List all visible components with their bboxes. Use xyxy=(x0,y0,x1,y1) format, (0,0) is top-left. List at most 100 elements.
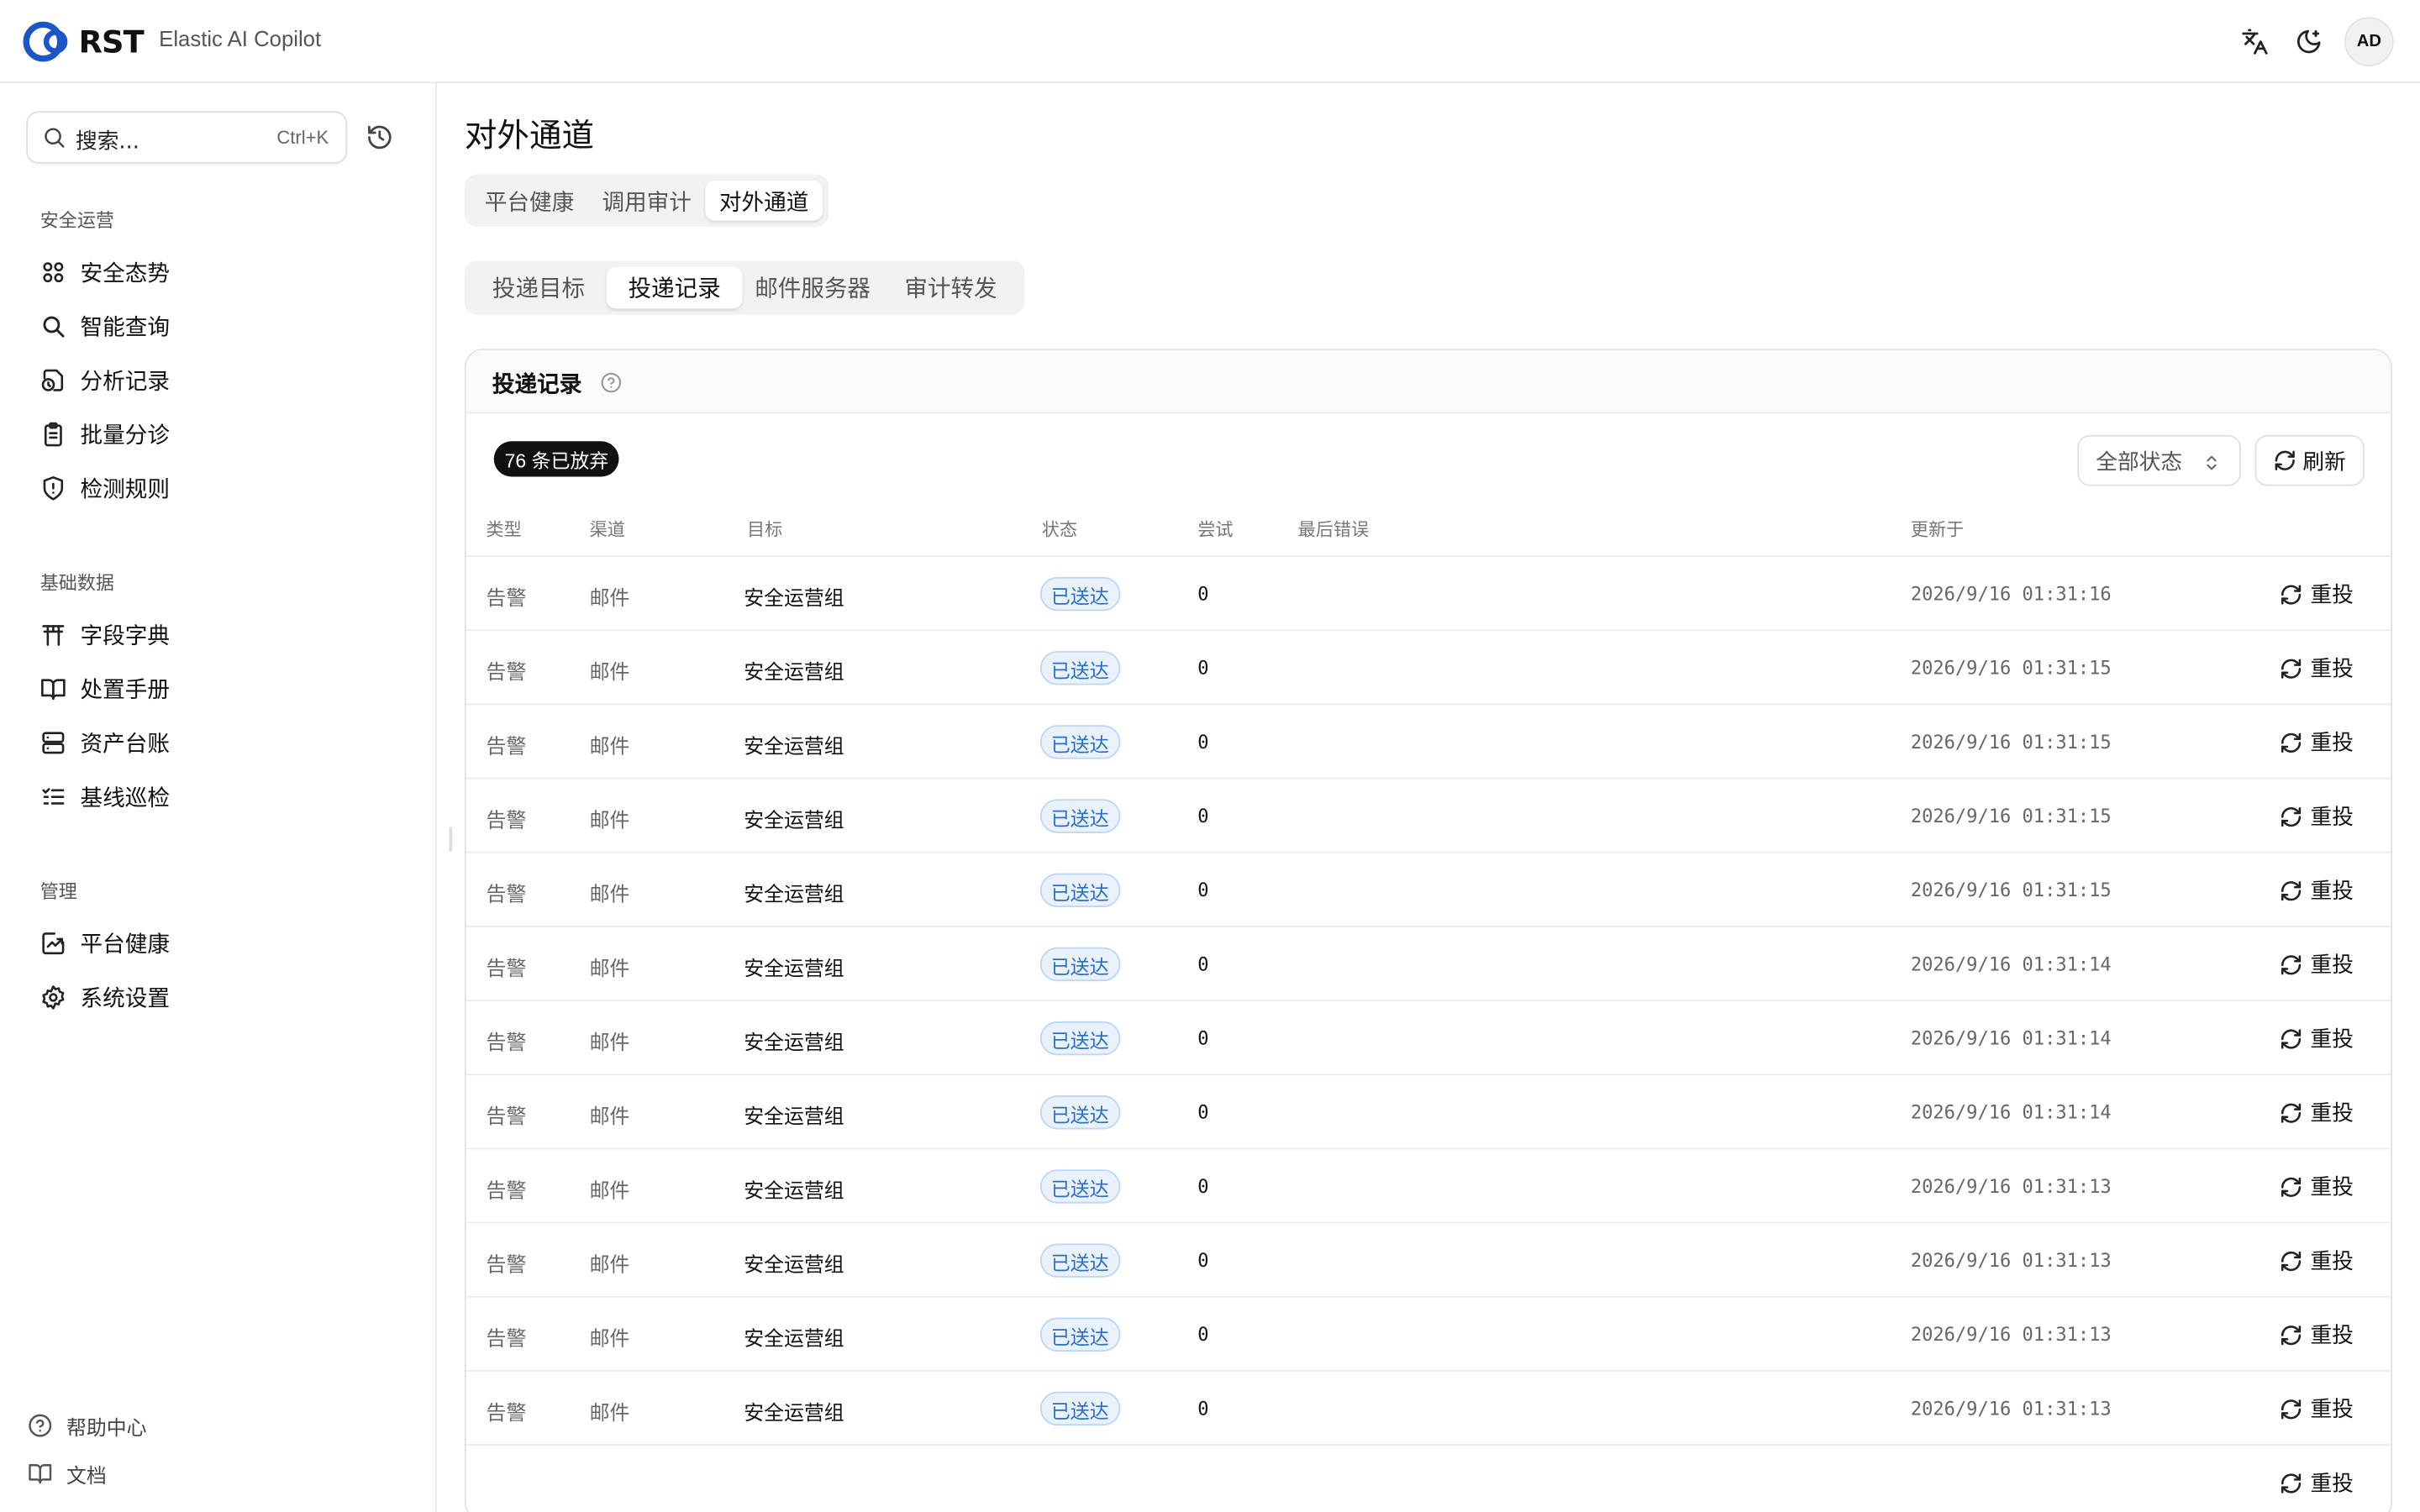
cell-type: 告警 xyxy=(486,1105,527,1130)
redeliver-button[interactable]: 重投 xyxy=(2280,1171,2354,1202)
help-center-link[interactable]: 帮助中心 xyxy=(28,1410,147,1441)
cell-attempts: 0 xyxy=(1197,1101,1209,1124)
redeliver-button[interactable]: 重投 xyxy=(2280,653,2354,684)
logo[interactable]: RST xyxy=(22,20,145,63)
cell-target: 安全运营组 xyxy=(744,1254,844,1278)
redeliver-button[interactable]: 重投 xyxy=(2280,1097,2354,1128)
translate-icon[interactable] xyxy=(2236,24,2273,60)
theme-toggle-icon[interactable] xyxy=(2291,24,2328,60)
redeliver-button[interactable]: 重投 xyxy=(2280,1023,2354,1054)
status-badge: 已送达 xyxy=(1039,1243,1120,1278)
sidebar-resize-handle[interactable] xyxy=(449,827,453,852)
refresh-icon xyxy=(2281,806,2302,827)
cell-channel: 邮件 xyxy=(589,958,630,982)
cell-target: 安全运营组 xyxy=(744,1105,844,1130)
refresh-icon xyxy=(2281,1176,2302,1197)
cell-attempts: 0 xyxy=(1197,1323,1209,1346)
redeliver-label: 重投 xyxy=(2310,583,2354,608)
cell-attempts: 0 xyxy=(1197,657,1209,680)
cell-type: 告警 xyxy=(486,884,527,907)
sidebar-item-field-dictionary[interactable]: 字段字典 xyxy=(40,617,170,651)
help-center-label: 帮助中心 xyxy=(66,1417,147,1441)
grid-icon xyxy=(43,261,64,282)
clipboard-icon xyxy=(44,421,62,446)
cell-updated: 2026/9/16 01:31:14 xyxy=(1910,953,2112,975)
redeliver-button[interactable]: 重投 xyxy=(2280,1394,2354,1425)
redeliver-label: 重投 xyxy=(2310,953,2354,979)
sidebar-item-batch-triage[interactable]: 批量分诊 xyxy=(40,417,170,450)
subtab-delivery-targets[interactable]: 投递目标 xyxy=(471,267,607,309)
sub-tabs: 投递目标 投递记录 邮件服务器 审计转发 xyxy=(464,260,1025,315)
chevron-up-down-icon xyxy=(2207,455,2217,470)
sidebar-item-platform-health[interactable]: 平台健康 xyxy=(40,926,170,959)
subtab-audit-forward[interactable]: 审计转发 xyxy=(883,267,1019,309)
docs-link[interactable]: 文档 xyxy=(28,1458,107,1489)
redeliver-label: 重投 xyxy=(2310,1323,2354,1349)
status-badge: 已送达 xyxy=(1039,576,1120,612)
redeliver-button[interactable]: 重投 xyxy=(2280,579,2354,610)
sidebar-item-smart-query[interactable]: 智能查询 xyxy=(40,308,170,342)
section-title-data: 基础数据 xyxy=(39,572,114,595)
column-header-attempts: 尝试 xyxy=(1197,518,1234,540)
cell-updated: 2026/9/16 01:31:13 xyxy=(1910,1398,2112,1420)
redeliver-button[interactable]: 重投 xyxy=(2280,801,2354,832)
cell-channel: 邮件 xyxy=(589,1402,630,1426)
docs-label: 文档 xyxy=(66,1464,107,1488)
refresh-icon xyxy=(2281,880,2302,900)
redeliver-button[interactable]: 重投 xyxy=(2280,874,2354,906)
avatar[interactable]: AD xyxy=(2344,17,2394,66)
tab-call-audit[interactable]: 调用审计 xyxy=(588,181,706,221)
refresh-icon xyxy=(2281,1250,2302,1271)
status-badge: 已送达 xyxy=(1039,725,1120,759)
sidebar-item-playbook[interactable]: 处置手册 xyxy=(40,671,170,705)
redeliver-label: 重投 xyxy=(2310,657,2354,682)
redeliver-label: 重投 xyxy=(2310,731,2354,756)
sidebar-item-label: 分析记录 xyxy=(80,369,171,395)
sidebar-item-baseline-check[interactable]: 基线巡检 xyxy=(40,780,170,813)
cell-channel: 邮件 xyxy=(589,810,630,833)
sidebar-item-settings[interactable]: 系统设置 xyxy=(40,979,170,1013)
cell-attempts: 0 xyxy=(1197,1027,1209,1049)
column-header-target: 目标 xyxy=(746,518,783,540)
search-icon xyxy=(42,125,66,156)
refresh-button[interactable]: 刷新 xyxy=(2254,434,2365,486)
cell-target: 安全运营组 xyxy=(744,587,844,612)
refresh-icon xyxy=(2281,732,2302,753)
table-row: 告警 邮件 安全运营组 已送达 0 2026/9/16 01:31:15 重投 xyxy=(466,853,2391,927)
tab-platform-health[interactable]: 平台健康 xyxy=(471,181,588,221)
refresh-icon xyxy=(2281,658,2302,678)
status-filter-select[interactable]: 全部状态 xyxy=(2077,434,2241,486)
cell-updated: 2026/9/16 01:31:16 xyxy=(1910,583,2112,605)
refresh-label: 刷新 xyxy=(2302,449,2346,475)
redeliver-button[interactable]: 重投 xyxy=(2280,1319,2354,1350)
redeliver-button[interactable]: 重投 xyxy=(2280,1245,2354,1276)
cell-channel: 邮件 xyxy=(589,1328,630,1352)
cell-attempts: 0 xyxy=(1197,879,1209,901)
status-badge: 已送达 xyxy=(1039,1169,1120,1204)
redeliver-button[interactable]: 重投 xyxy=(2280,1467,2354,1499)
search-input[interactable]: 搜索... Ctrl+K xyxy=(26,111,348,164)
table-row: 重投 xyxy=(466,1446,2391,1512)
sidebar-item-asset-ledger[interactable]: 资产台账 xyxy=(40,725,170,759)
redeliver-button[interactable]: 重投 xyxy=(2280,727,2354,758)
column-header-last-error: 最后错误 xyxy=(1297,518,1370,540)
subtab-delivery-records[interactable]: 投递记录 xyxy=(606,266,743,309)
status-filter-value: 全部状态 xyxy=(2096,449,2183,475)
chart-icon xyxy=(42,932,65,954)
search-shortcut: Ctrl+K xyxy=(276,126,329,149)
sidebar-item-detection-rules[interactable]: 检测规则 xyxy=(40,470,170,504)
sidebar-item-analysis-history[interactable]: 分析记录 xyxy=(40,363,170,396)
subtab-mail-server[interactable]: 邮件服务器 xyxy=(743,267,883,309)
tab-external-channel[interactable]: 对外通道 xyxy=(705,180,823,221)
history-file-icon xyxy=(41,368,64,391)
gear-icon xyxy=(42,984,65,1009)
redeliver-button[interactable]: 重投 xyxy=(2280,949,2354,980)
redeliver-label: 重投 xyxy=(2310,1398,2354,1423)
cell-type: 告警 xyxy=(486,958,527,982)
history-icon[interactable] xyxy=(366,123,393,157)
help-circle-icon[interactable] xyxy=(600,370,622,400)
sidebar-item-security-posture[interactable]: 安全态势 xyxy=(40,255,170,288)
table-row: 告警 邮件 安全运营组 已送达 0 2026/9/16 01:31:15 重投 xyxy=(466,780,2391,853)
table-row: 告警 邮件 安全运营组 已送达 0 2026/9/16 01:31:14 重投 xyxy=(466,1001,2391,1076)
column-header-type: 类型 xyxy=(486,518,522,540)
